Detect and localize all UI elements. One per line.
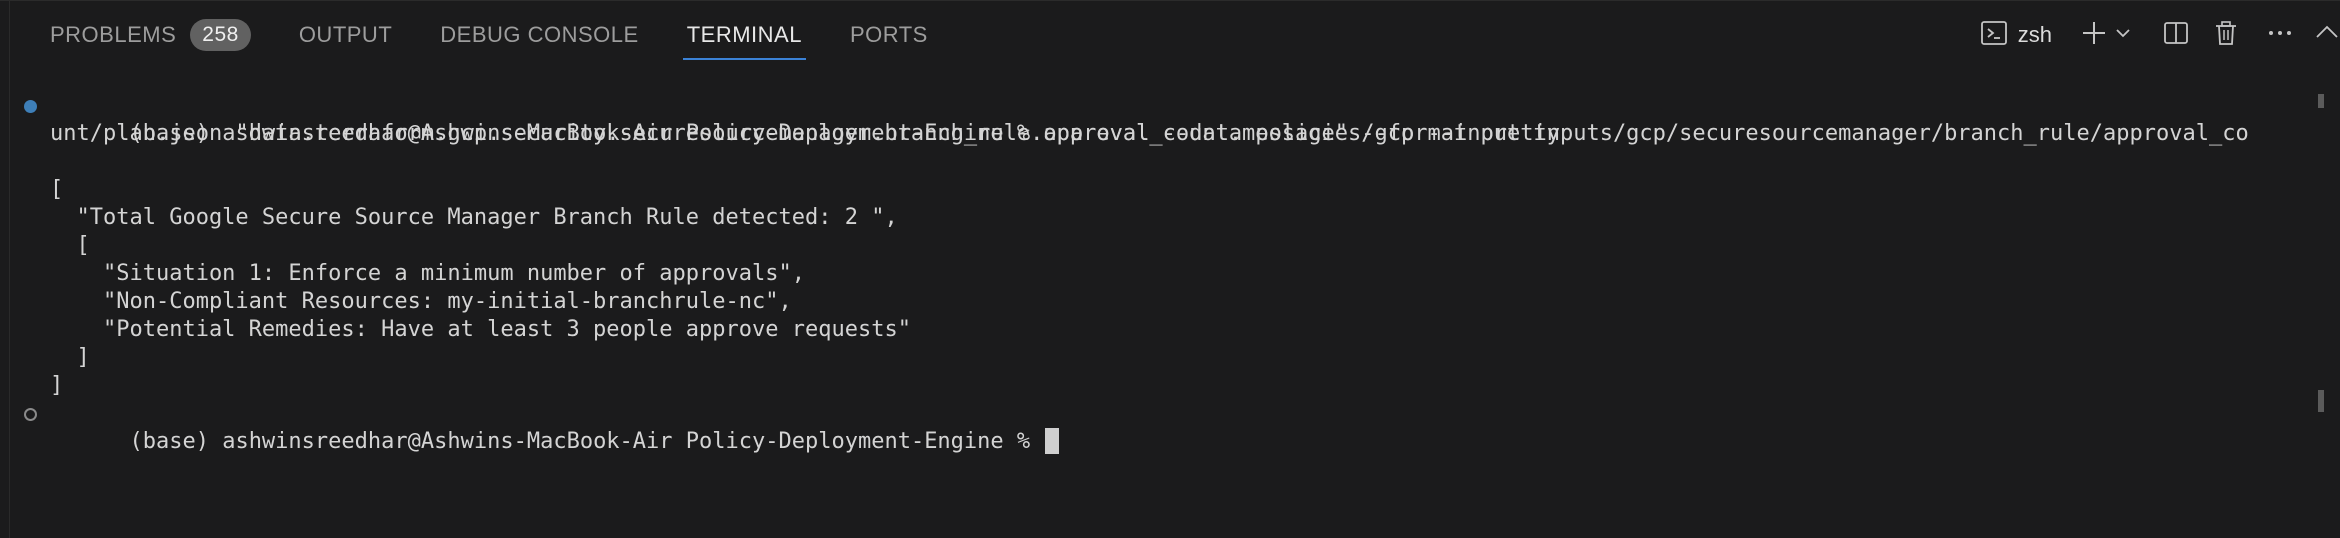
kill-terminal-button[interactable] [2212, 19, 2240, 52]
tab-terminal-label: TERMINAL [686, 22, 802, 47]
terminal-line-text: "Non-Compliant Resources: my-initial-bra… [50, 289, 792, 314]
tab-debug-console-label: DEBUG CONSOLE [440, 22, 639, 47]
panel-tab-bar: PROBLEMS 258 OUTPUT DEBUG CONSOLE TERMIN… [0, 0, 2340, 70]
terminal-line: (base) ashwinsreedhar@Ashwins-MacBook-Ai… [0, 92, 2300, 146]
split-terminal-button[interactable] [2162, 19, 2190, 52]
terminal-line: "Total Google Secure Source Manager Bran… [0, 204, 2300, 232]
terminal-line-text: "Total Google Secure Source Manager Bran… [50, 205, 898, 230]
tab-debug-console[interactable]: DEBUG CONSOLE [440, 0, 638, 70]
terminal-output[interactable]: (base) ashwinsreedhar@Ashwins-MacBook-Ai… [0, 92, 2300, 454]
more-icon [2266, 19, 2294, 52]
tab-problems-label: PROBLEMS [50, 22, 177, 47]
chevron-up-icon [2314, 20, 2340, 51]
command-success-marker[interactable] [24, 100, 37, 113]
terminal-shell-selector[interactable]: zsh [1980, 19, 2080, 52]
more-actions-button[interactable] [2266, 19, 2294, 52]
trash-icon [2212, 19, 2240, 52]
panel-tabs: PROBLEMS 258 OUTPUT DEBUG CONSOLE TERMIN… [50, 0, 976, 70]
terminal-line: ] [0, 372, 2300, 400]
terminal-line-text: ] [50, 373, 64, 398]
scrollbar-marker-bottom[interactable] [2318, 390, 2324, 412]
terminal-launch-profile-button[interactable] [2114, 24, 2132, 47]
tab-problems[interactable]: PROBLEMS 258 [50, 0, 251, 70]
tab-output[interactable]: OUTPUT [299, 0, 392, 70]
terminal-prompt-text: (base) ashwinsreedhar@Ashwins-MacBook-Ai… [129, 429, 1044, 454]
terminal-line: [ [0, 232, 2300, 260]
tab-terminal[interactable]: TERMINAL [682, 0, 807, 70]
terminal-line-text: unt/plan.json "data.terraform.gcp.securi… [50, 121, 1560, 146]
terminal-prompt-line: (base) ashwinsreedhar@Ashwins-MacBook-Ai… [0, 400, 2300, 454]
terminal-line: ] [0, 344, 2300, 372]
terminal-line: "Non-Compliant Resources: my-initial-bra… [0, 288, 2300, 316]
new-terminal-button[interactable] [2080, 19, 2108, 52]
plus-icon [2080, 19, 2108, 52]
terminal-line-text: "Situation 1: Enforce a minimum number o… [50, 261, 805, 286]
tab-ports-label: PORTS [849, 22, 928, 47]
terminal-line: unt/plan.json "data.terraform.gcp.securi… [0, 120, 2300, 148]
tab-output-label: OUTPUT [298, 22, 393, 47]
terminal-line: "Potential Remedies: Have at least 3 peo… [0, 316, 2300, 344]
tab-ports[interactable]: PORTS [850, 0, 928, 70]
command-pending-marker[interactable] [24, 408, 37, 421]
terminal-line-text: [ [50, 233, 90, 258]
terminal-line: [ [0, 176, 2300, 204]
terminal-line: "Situation 1: Enforce a minimum number o… [0, 260, 2300, 288]
terminal-icon [1980, 19, 2008, 52]
terminal-line-text: [ [50, 177, 64, 202]
scrollbar-marker-top[interactable] [2318, 94, 2324, 108]
chevron-down-icon [2114, 24, 2132, 47]
split-icon [2162, 19, 2190, 52]
terminal-line-text: "Potential Remedies: Have at least 3 peo… [50, 317, 911, 342]
maximize-panel-button[interactable] [2314, 20, 2340, 51]
shell-name-label: zsh [2017, 22, 2052, 47]
problems-count-badge: 258 [190, 19, 251, 51]
terminal-panel: PROBLEMS 258 OUTPUT DEBUG CONSOLE TERMIN… [0, 0, 2340, 538]
terminal-cursor [1045, 428, 1060, 454]
terminal-line-text: ] [50, 345, 90, 370]
panel-actions: zsh [1980, 0, 2340, 70]
